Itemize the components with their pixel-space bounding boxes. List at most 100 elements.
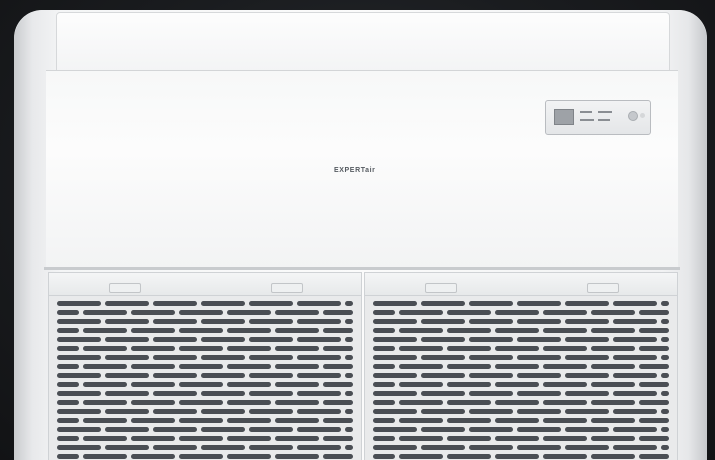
grille-slot: [153, 427, 197, 432]
grille-slot: [249, 319, 293, 324]
grille-slot: [517, 319, 561, 324]
grille-slot: [517, 355, 561, 360]
grille-slot: [469, 373, 513, 378]
grille-slot: [275, 400, 319, 405]
grille-slot: [373, 328, 395, 333]
grille-slot: [105, 355, 149, 360]
top-cover-panel: [56, 12, 670, 72]
grille-slot: [613, 319, 657, 324]
indicator-mark: [580, 111, 592, 113]
grille-slot: [495, 400, 539, 405]
grille-slot: [297, 355, 341, 360]
grille-slot: [373, 400, 395, 405]
grille-slot: [639, 382, 669, 387]
grille-slot: [399, 400, 443, 405]
grille-slot: [201, 409, 245, 414]
grille-slot: [131, 346, 175, 351]
grille-slot: [179, 418, 223, 423]
grille-slot: [447, 310, 491, 315]
grille-slot: [495, 418, 539, 423]
grille-slot: [57, 310, 79, 315]
brand-logo: EXPERTair: [334, 167, 376, 174]
grille-slot: [543, 454, 587, 459]
grille-slot: [373, 373, 417, 378]
grille-slot: [57, 427, 101, 432]
grille-slot: [297, 301, 341, 306]
grille-slot: [661, 427, 669, 432]
grille-slot: [83, 328, 127, 333]
grille-slot: [153, 355, 197, 360]
grille-slot: [591, 418, 635, 423]
grille-slot: [543, 382, 587, 387]
grille-slot: [591, 454, 635, 459]
grille-slot: [373, 418, 395, 423]
grille-slot: [83, 310, 127, 315]
grille-slot: [447, 454, 491, 459]
grille-slot: [399, 328, 443, 333]
grille-slot: [227, 418, 271, 423]
grille-slot: [639, 310, 669, 315]
grille-slot: [543, 436, 587, 441]
grille-slot: [399, 436, 443, 441]
grille-slot: [495, 436, 539, 441]
grille-slot: [469, 337, 513, 342]
grille-slot: [661, 301, 669, 306]
grille-slot: [447, 382, 491, 387]
grille-slot: [543, 310, 587, 315]
grille-slot: [469, 391, 513, 396]
grille-slot: [421, 445, 465, 450]
grille-slot: [201, 301, 245, 306]
grille-slot: [447, 418, 491, 423]
grille-slot: [469, 409, 513, 414]
grille-slot: [345, 337, 353, 342]
grille-slots: [373, 301, 669, 460]
grille-slot: [639, 454, 669, 459]
grille-slot: [323, 328, 353, 333]
grille-slot: [661, 373, 669, 378]
grille-slot: [517, 337, 561, 342]
grille-slot: [495, 310, 539, 315]
grille-slot: [153, 409, 197, 414]
grille-tab: [271, 283, 303, 293]
grille-slot: [153, 373, 197, 378]
grille-slot: [57, 373, 101, 378]
grille-slot: [249, 445, 293, 450]
grille-slot: [517, 427, 561, 432]
grille-slot: [345, 427, 353, 432]
grille-slot: [201, 319, 245, 324]
grille-tab-strip: [49, 273, 361, 296]
grille-slot: [57, 454, 79, 459]
grille-slot: [591, 436, 635, 441]
grille-slot: [83, 400, 127, 405]
grille-slot: [345, 445, 353, 450]
grille-slot: [661, 391, 669, 396]
grille-slot: [373, 454, 395, 459]
grille-slot: [57, 355, 101, 360]
grille-slot: [297, 409, 341, 414]
grille-slot: [447, 400, 491, 405]
grille-slot: [323, 364, 353, 369]
grille-slot: [57, 328, 79, 333]
grille-slots: [57, 301, 353, 460]
grille-slot: [201, 355, 245, 360]
grille-slot: [639, 364, 669, 369]
grille-slot: [57, 445, 101, 450]
grille-slot: [131, 328, 175, 333]
grille-slot: [421, 355, 465, 360]
grille-slot: [153, 337, 197, 342]
grille-slot: [323, 310, 353, 315]
grille-slot: [57, 382, 79, 387]
grille-slot: [591, 400, 635, 405]
grille-slot: [591, 382, 635, 387]
grille-slot: [227, 346, 271, 351]
grille-slot: [57, 337, 101, 342]
grille-slot: [517, 373, 561, 378]
grille-slot: [179, 400, 223, 405]
grille-slot: [153, 301, 197, 306]
grille-slot: [153, 319, 197, 324]
grille-slot: [131, 454, 175, 459]
grille-tab: [109, 283, 141, 293]
grille-slot: [565, 391, 609, 396]
grille-slot: [131, 310, 175, 315]
grille-slot: [249, 391, 293, 396]
